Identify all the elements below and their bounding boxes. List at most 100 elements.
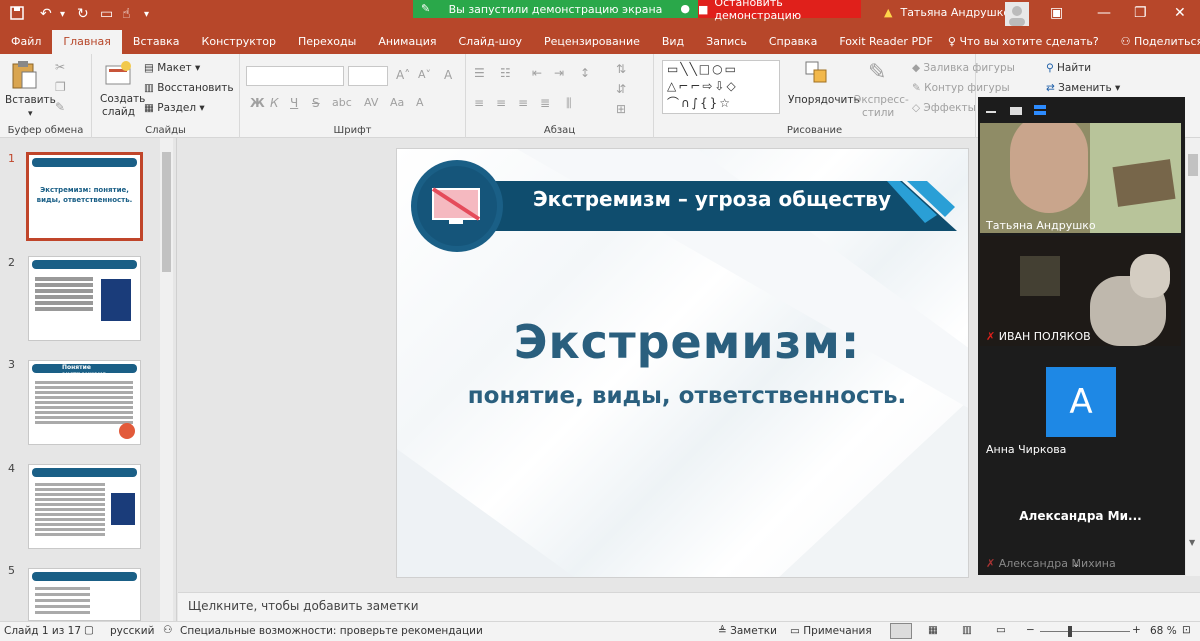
- tab-help[interactable]: Справка: [758, 30, 828, 54]
- avatar[interactable]: [1005, 2, 1029, 26]
- replace-button[interactable]: ⇄ Заменить ▾: [1046, 82, 1120, 94]
- zoom-slider-thumb[interactable]: [1068, 626, 1072, 637]
- justify-icon[interactable]: ≣: [540, 96, 550, 110]
- grow-font-icon[interactable]: A˄: [396, 68, 410, 82]
- font-color-icon[interactable]: A: [416, 96, 424, 109]
- shrink-font-icon[interactable]: A˅: [418, 68, 431, 81]
- numbering-icon[interactable]: ☷: [500, 66, 511, 80]
- touch-mode-icon[interactable]: ☝: [122, 6, 131, 22]
- decrease-indent-icon[interactable]: ⇤: [532, 66, 542, 80]
- accessibility-icon[interactable]: ⚇: [163, 624, 172, 636]
- quick-styles-icon[interactable]: ✎: [868, 60, 886, 85]
- save-icon[interactable]: [10, 6, 24, 24]
- slide-subtitle[interactable]: понятие, виды, ответственность.: [397, 383, 968, 409]
- increase-indent-icon[interactable]: ⇥: [554, 66, 564, 80]
- slide-thumbnail[interactable]: Понятие экстремизма: [28, 360, 141, 445]
- slide-sorter-icon[interactable]: ▦: [928, 624, 938, 636]
- arrange-icon[interactable]: [804, 60, 830, 89]
- thumbnails-scrollbar[interactable]: [160, 138, 173, 621]
- tell-me[interactable]: ♀ Что вы хотите сделать?: [944, 30, 1110, 54]
- copy-icon[interactable]: ❐: [55, 80, 66, 94]
- tab-slideshow[interactable]: Слайд-шоу: [447, 30, 532, 54]
- tab-animations[interactable]: Анимация: [367, 30, 447, 54]
- language-indicator[interactable]: русский: [110, 625, 154, 637]
- zoom-out-icon[interactable]: −: [1026, 624, 1035, 636]
- slide-counter[interactable]: Слайд 1 из 17: [4, 625, 81, 637]
- new-slide-label-2[interactable]: слайд: [102, 106, 135, 118]
- align-center-icon[interactable]: ≡: [496, 96, 506, 110]
- tab-home[interactable]: Главная: [52, 30, 122, 54]
- tab-design[interactable]: Конструктор: [191, 30, 287, 54]
- align-left-icon[interactable]: ≡: [474, 96, 484, 110]
- change-case-icon[interactable]: Aa: [390, 96, 404, 109]
- new-slide-button[interactable]: [104, 60, 132, 91]
- smartart-icon[interactable]: ⊞: [616, 102, 626, 116]
- section-button[interactable]: ▦ Раздел ▾: [144, 102, 205, 114]
- chevron-down-icon[interactable]: ⌄: [1072, 559, 1080, 570]
- account[interactable]: ▲ Татьяна Андрушко: [884, 6, 1010, 19]
- cut-icon[interactable]: ✂: [55, 60, 65, 74]
- single-view-icon[interactable]: [1010, 107, 1022, 115]
- video-tile-participant[interactable]: Татьяна Андрушко: [980, 123, 1181, 233]
- notes-toggle[interactable]: ≜ Заметки: [718, 625, 777, 637]
- slide-thumbnail[interactable]: Экстремизм: понятие, виды, ответственнос…: [26, 152, 143, 241]
- redo-icon[interactable]: ↻: [77, 6, 89, 22]
- shadow-button[interactable]: abc: [332, 96, 352, 109]
- align-right-icon[interactable]: ≡: [518, 96, 528, 110]
- slide-thumbnail[interactable]: [28, 256, 141, 341]
- clear-format-icon[interactable]: A: [444, 68, 452, 82]
- char-spacing-icon[interactable]: AV: [364, 96, 378, 109]
- bold-button[interactable]: Ж: [250, 96, 265, 110]
- minimize-icon[interactable]: —: [1097, 5, 1111, 21]
- customize-toolbar-icon[interactable]: ▾: [144, 9, 149, 20]
- underline-button[interactable]: Ч: [290, 96, 298, 110]
- accessibility-status[interactable]: Специальные возможности: проверьте реком…: [180, 625, 483, 637]
- quick-styles-label[interactable]: Экспресс-: [854, 94, 909, 106]
- slide-thumbnail[interactable]: [28, 568, 141, 621]
- arrange-button[interactable]: Упорядочить: [788, 94, 860, 106]
- paste-dropdown-icon[interactable]: ▾: [28, 109, 33, 119]
- shape-outline-button[interactable]: ✎ Контур фигуры: [912, 82, 1010, 94]
- text-direction-icon[interactable]: ⇅: [616, 62, 626, 76]
- slideshow-icon[interactable]: ▭: [996, 624, 1006, 636]
- bullets-icon[interactable]: ☰: [474, 66, 485, 80]
- scrollbar-thumb[interactable]: [1188, 154, 1198, 176]
- share-button[interactable]: ⚇ Поделиться: [1110, 30, 1200, 54]
- close-icon[interactable]: ✕: [1174, 5, 1186, 21]
- slideshow-from-start-icon[interactable]: ▭: [100, 6, 113, 22]
- normal-view-icon[interactable]: [890, 623, 912, 639]
- align-text-icon[interactable]: ⇵: [616, 82, 626, 96]
- slide-editor[interactable]: Экстремизм – угроза обществу Экстремизм:…: [396, 148, 969, 578]
- tab-transitions[interactable]: Переходы: [287, 30, 367, 54]
- video-tile-participant[interactable]: A Анна Чиркова: [980, 349, 1181, 461]
- spellcheck-icon[interactable]: ▢: [84, 624, 94, 636]
- shapes-gallery[interactable]: ▭╲╲□○▭ △⌐⌐⇨⇩◇ ⌒∩∫{}☆: [662, 60, 780, 114]
- slide-thumbnail[interactable]: [28, 464, 141, 549]
- undo-icon[interactable]: ↶: [40, 6, 52, 22]
- layout-button[interactable]: ▤ Макет ▾: [144, 62, 200, 74]
- strike-button[interactable]: S: [312, 96, 320, 110]
- italic-button[interactable]: К: [270, 96, 279, 110]
- tab-view[interactable]: Вид: [651, 30, 695, 54]
- format-painter-icon[interactable]: ✎: [55, 100, 65, 114]
- zoom-slider[interactable]: [1040, 631, 1130, 632]
- video-tile-participant[interactable]: Александра Ми... ✗ Александра Михина ⌄: [980, 467, 1181, 572]
- tab-file[interactable]: Файл: [0, 30, 52, 54]
- quick-styles-label-2[interactable]: стили: [862, 107, 894, 119]
- stop-share-button[interactable]: ■ Остановить демонстрацию: [698, 0, 861, 22]
- undo-dropdown-icon[interactable]: ▾: [60, 9, 65, 20]
- find-button[interactable]: ⚲ Найти: [1046, 62, 1091, 74]
- comments-toggle[interactable]: ▭ Примечания: [790, 625, 872, 637]
- columns-icon[interactable]: ⫼: [566, 96, 572, 111]
- paste-button[interactable]: [10, 60, 38, 93]
- scrollbar-thumb[interactable]: [162, 152, 171, 272]
- editor-scrollbar[interactable]: ▼: [1186, 138, 1200, 576]
- fit-to-window-icon[interactable]: ⊡: [1182, 624, 1191, 636]
- shape-fill-button[interactable]: ◆ Заливка фигуры: [912, 62, 1015, 74]
- paste-label[interactable]: Вставить: [5, 94, 56, 106]
- shape-effects-button[interactable]: ◇ Эффекты ф: [912, 102, 988, 114]
- scroll-down-icon[interactable]: ▼: [1189, 538, 1195, 547]
- zoom-in-icon[interactable]: +: [1132, 624, 1141, 636]
- tab-insert[interactable]: Вставка: [122, 30, 191, 54]
- line-spacing-icon[interactable]: ↕: [580, 66, 590, 80]
